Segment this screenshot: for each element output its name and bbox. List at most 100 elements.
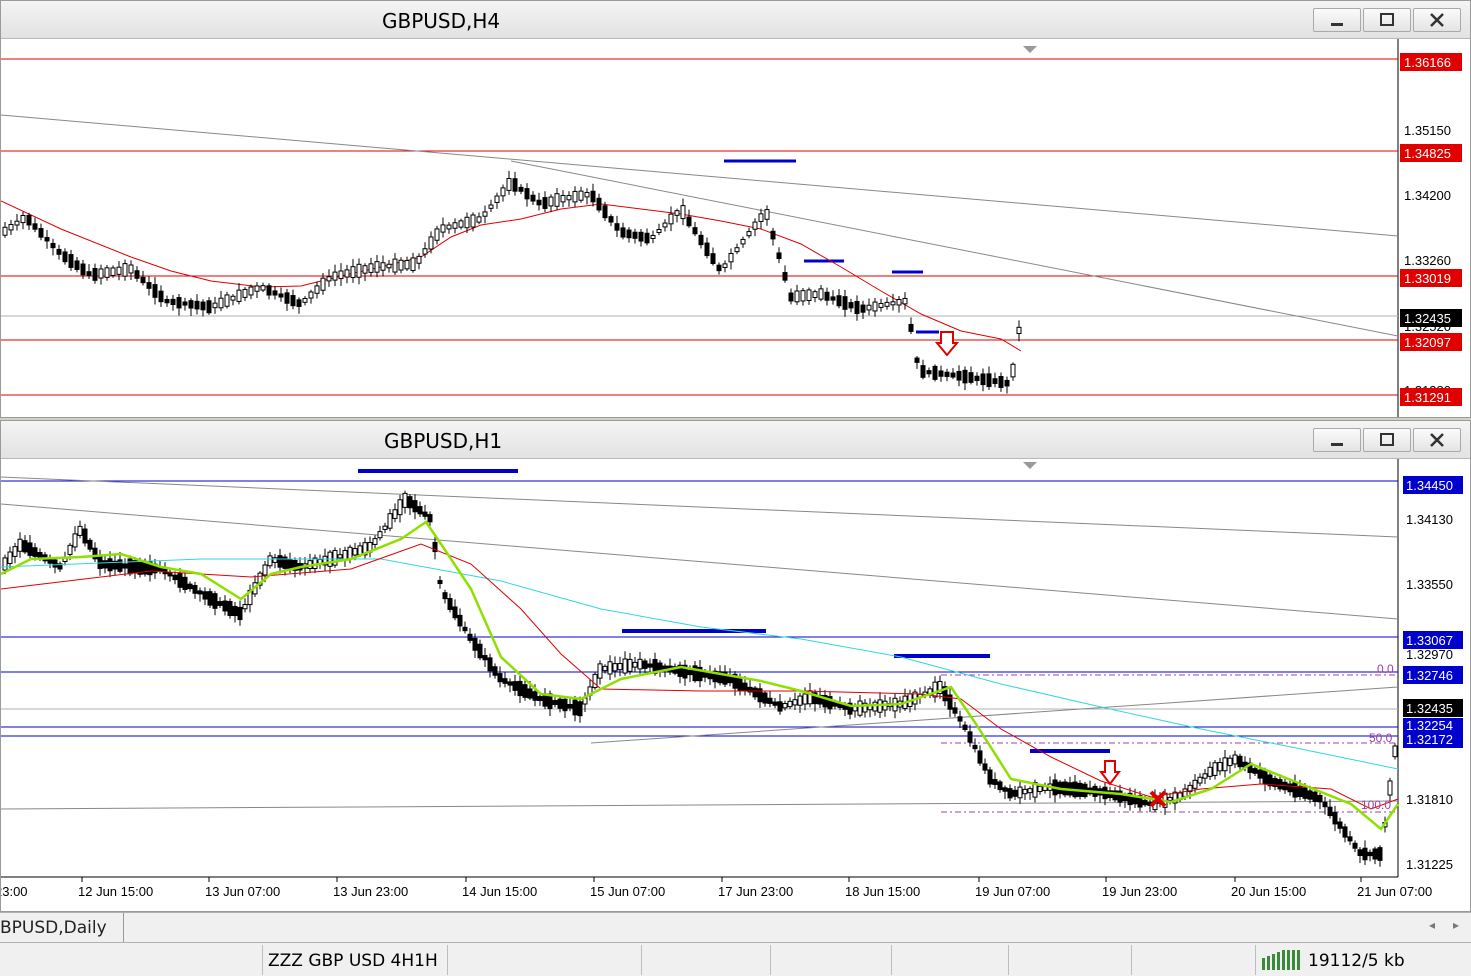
h4-candle-body [236,289,242,302]
h4-chart-window: GBPUSD,H4 1.36166 1.35150 1.34825 1.3420… [0,0,1471,418]
h1-price-6: 1.32746 [1406,668,1453,683]
h4-candle-body [968,372,974,383]
status-traffic: 19112/5 kb [1308,951,1405,971]
h1-candle-body [187,583,193,590]
h4-candle-body [722,263,728,268]
h1-candle-body [442,592,448,600]
h4-candle-body [872,301,878,312]
h1-candle-body [1392,745,1398,758]
h4-candle-body [806,289,812,301]
h4-price-chart[interactable]: 1.36166 1.35150 1.34825 1.34200 1.33260 … [1,39,1471,418]
h4-candle-body [20,214,26,224]
h1-time-label: 15 Jun 07:00 [590,884,665,899]
h1-candle-body [647,663,653,668]
h1-candle-body [767,697,773,704]
h1-price-chart[interactable]: 0.0 50.0 100.0 1.34450 1.34130 1.33550 1… [1,459,1471,912]
h1-candle-body [1007,788,1013,799]
h1-time-label: 19 Jun 07:00 [975,884,1050,899]
h4-candle-body [470,214,476,228]
h4-candle-body [512,178,518,192]
h1-candle-body [427,514,433,523]
h4-candle-body [602,205,608,219]
h4-price-1: 1.36166 [1404,55,1451,70]
h1-candle-body [502,678,508,684]
h1-titlebar[interactable]: GBPUSD,H1 [1,421,1470,459]
h1-candle-body [392,509,398,519]
h4-candle-body [308,291,314,299]
h1-candle-body [802,693,808,705]
h1-maximize-button[interactable] [1363,428,1411,452]
h1-candle-body [1312,791,1318,803]
h4-price-11: 1.31291 [1404,390,1451,405]
h1-candle-body [577,701,583,717]
h4-candle-body [428,236,434,250]
h1-candle-body [242,604,248,610]
h1-candle-body [967,731,973,743]
h4-candle-body [638,231,644,242]
h4-candle-body [626,229,632,239]
h4-candle-body [974,375,980,382]
h4-candle-body [644,232,650,244]
h1-candle-body [992,779,998,785]
h1-candle-body [1142,799,1148,806]
minimize-icon [1331,23,1343,26]
h1-candle-body [207,591,213,606]
status-divider [891,945,892,975]
h4-candle-body [854,300,860,315]
h1-candle-body [597,663,603,679]
h1-candle-body [952,707,958,714]
h1-candle-body [1387,780,1393,796]
h1-candle-body [932,681,938,698]
tab-scroll-right-icon[interactable]: ▸ [1453,918,1459,932]
close-icon [1430,13,1444,27]
h4-candle-body [758,213,764,222]
h1-candle-body [572,699,578,716]
h4-candle-body [482,211,488,217]
h1-candle-body [1207,766,1213,777]
h1-candle-body [972,744,978,750]
h1-candle-body [1232,754,1238,765]
h4-candle-body [674,210,680,216]
h4-candle-body [764,209,770,220]
h4-candle-body [182,301,188,306]
h1-candle-body [1362,847,1368,861]
h4-minimize-button[interactable] [1313,8,1361,32]
h1-close-button[interactable] [1413,428,1461,452]
h4-candle-body [998,376,1004,388]
h1-candle-body [472,637,478,651]
h4-titlebar[interactable]: GBPUSD,H4 [1,1,1470,39]
h4-close-button[interactable] [1413,8,1461,32]
h1-candle-body [12,546,18,557]
tab-daily-chart[interactable]: BPUSD,Daily [0,913,124,942]
h1-candle-body [1022,788,1028,795]
status-profile[interactable]: ZZZ GBP USD 4H1H [268,951,438,971]
h1-minimize-button[interactable] [1313,428,1361,452]
h4-candle-body [842,296,848,310]
h1-candle-body [1037,785,1043,793]
h4-candle-body [380,262,386,271]
h4-candle-body [26,214,32,226]
fibo-level-50: 50.0 [1369,731,1393,745]
h4-candle-body [812,291,818,299]
h1-candle-body [1227,757,1233,767]
h4-candle-body [446,224,452,230]
h1-candle-body [212,593,218,609]
h4-candle-body [710,253,716,265]
h4-candle-body [224,294,230,307]
h1-candle-body [957,716,963,722]
h4-candle-body [122,263,128,277]
h4-maximize-button[interactable] [1363,8,1411,32]
h4-candle-body [386,263,392,269]
h1-candle-body [287,559,293,570]
h1-time-label: 18 Jun 15:00 [845,884,920,899]
h4-candle-body [938,370,944,377]
h1-candle-body [127,558,133,575]
h4-candle-body [254,285,260,292]
h4-candle-body [980,373,986,386]
h4-candle-body [68,254,74,268]
h1-candle-body [72,533,78,548]
h1-candle-body [222,600,228,612]
h4-candle-body [776,252,782,259]
tab-scroll-left-icon[interactable]: ◂ [1429,918,1435,932]
h1-candle-body [752,687,758,698]
